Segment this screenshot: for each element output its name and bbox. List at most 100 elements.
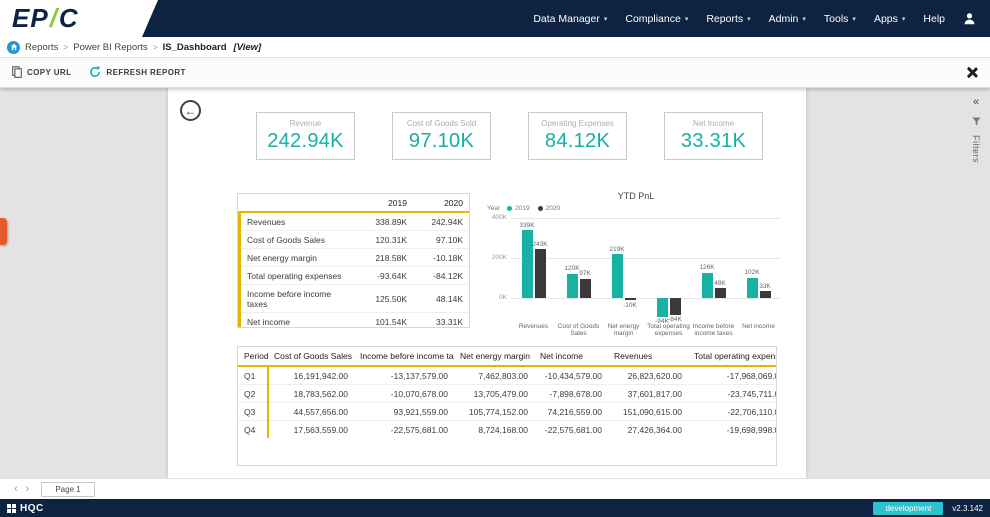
chevron-down-icon: ▾ — [747, 15, 751, 23]
detail-value-cell: 27,426,364.00 — [608, 420, 688, 438]
detail-column-header-income-before-income-taxes: Income before income taxes — [354, 347, 454, 367]
kpi-label: Net Income — [693, 119, 734, 128]
legend-title: Year — [487, 205, 501, 212]
kpi-value: 242.94K — [267, 130, 344, 152]
detail-value-cell: -7,898,678.00 — [534, 384, 608, 403]
detail-column-header-net-income: Net income — [534, 347, 608, 367]
detail-value-cell: 74,216,559.00 — [534, 402, 608, 421]
matrix-value-cell: -93.64K — [357, 266, 413, 285]
epic-logo-text: EP/C — [12, 3, 79, 34]
legend-item-2019[interactable]: 2019 — [507, 205, 530, 212]
kpi-value: 97.10K — [408, 130, 475, 152]
matrix-row-label: Total operating expenses — [238, 266, 357, 285]
nav-item-apps[interactable]: Apps ▾ — [874, 13, 905, 25]
breadcrumb-item-is-dashboard[interactable]: IS_Dashboard — [163, 42, 227, 53]
chart-title: YTD PnL — [617, 191, 655, 201]
kpi-card-operating-expenses: Operating Expenses 84.12K — [528, 112, 627, 160]
detail-value-cell: 151,090,615.00 — [608, 402, 688, 421]
detail-value-cell: -22,575,681.00 — [534, 420, 608, 438]
chart-bar-2019-total-operating-expenses[interactable] — [656, 298, 668, 317]
nav-item-tools[interactable]: Tools ▾ — [824, 13, 856, 25]
matrix-row-cost-of-goods-sales: Cost of Goods Sales 120.31K 97.10K — [238, 230, 469, 249]
chart-legend-items: 2019 2020 — [507, 205, 560, 212]
filter-funnel-icon[interactable] — [971, 117, 981, 126]
left-edge-tab[interactable] — [0, 218, 7, 245]
chart-bar-2019-cost-of-goods-sales[interactable] — [566, 273, 578, 298]
detail-table-visual: Period Cost of Goods Sales Income before i… — [237, 346, 777, 466]
chevron-down-icon: ▾ — [852, 15, 856, 23]
logo-part1: EP — [12, 3, 49, 33]
detail-column-header-net-energy-margin: Net energy margin — [454, 347, 534, 367]
epic-logo[interactable]: EP/C — [0, 0, 158, 37]
chart-legend: Year 2019 2020 — [487, 205, 560, 212]
home-icon[interactable] — [7, 40, 20, 54]
detail-value-cell: -22,575,681.00 — [354, 420, 454, 438]
matrix-value-cell: -10.18K — [413, 248, 469, 267]
chart-bar-value-label: 126K — [699, 264, 715, 272]
chart-bar-2020-income-before-income-taxes[interactable] — [714, 288, 726, 298]
matrix-row-label: Net income — [238, 312, 357, 327]
nav-right: Data Manager ▾ Compliance ▾ Reports ▾ Admin ▾ To… — [533, 12, 990, 25]
breadcrumb-view-suffix: [View] — [233, 41, 262, 53]
detail-column-header-cost-of-goods-sales: Cost of Goods Sales — [268, 347, 354, 367]
detail-value-cell: -23,745,711.00 — [688, 384, 776, 403]
breadcrumb-bar: Reports > Power BI Reports > IS_Dashboard [Vi… — [0, 37, 990, 58]
nav-item-admin[interactable]: Admin ▾ — [769, 13, 806, 25]
matrix-row-income-before-income-taxes: Income before income taxes 125.50K 48.14K — [238, 284, 469, 313]
chart-bar-2020-revenues[interactable] — [534, 249, 546, 298]
matrix-year-header-2020: 2020 — [413, 194, 469, 213]
brand-name: HQC — [20, 502, 44, 514]
nav-item-reports[interactable]: Reports ▾ — [706, 13, 750, 25]
chart-bar-value-label: 97K — [579, 270, 591, 278]
detail-row-q2: Q2 18,783,562.00 -10,070,678.00 13,705,479.… — [238, 384, 776, 403]
copy-url-button[interactable]: COPY URL — [12, 65, 71, 80]
detail-value-cell: 26,823,620.00 — [627, 370, 682, 381]
detail-value-cell: -19,698,998.00 — [688, 420, 776, 438]
chart-bar-2020-net-energy-margin[interactable] — [624, 298, 636, 300]
kpi-label: Operating Expenses — [541, 119, 614, 128]
breadcrumb-item-reports[interactable]: Reports — [25, 42, 58, 53]
copy-icon — [12, 65, 22, 80]
chart-bar-2020-total-operating-expenses[interactable] — [669, 298, 681, 315]
x-axis-category-label: Income before income taxes — [692, 323, 735, 338]
close-icon[interactable] — [965, 66, 978, 79]
refresh-report-button[interactable]: REFRESH REPORT — [89, 65, 185, 80]
hqc-logo[interactable]: HQC — [7, 503, 44, 514]
filters-label: Filters — [971, 135, 981, 163]
matrix-row-label: Revenues — [238, 212, 357, 231]
x-axis-category-label: Net income — [742, 323, 775, 330]
chevron-down-icon: ▾ — [684, 15, 689, 23]
detail-table: Period Cost of Goods Sales Income before i… — [238, 347, 776, 438]
nav-item-data-manager[interactable]: Data Manager ▾ — [533, 13, 607, 25]
chart-bar-2019-net-energy-margin[interactable] — [611, 254, 623, 298]
report-toolbar: COPY URL REFRESH REPORT — [0, 58, 990, 88]
user-icon[interactable] — [963, 12, 976, 25]
y-axis-tick-label: 0K — [499, 294, 507, 301]
expand-filters-chevron-icon[interactable]: « — [973, 96, 979, 108]
matrix-value-cell: 120.31K — [357, 230, 413, 249]
page-tab[interactable]: Page 1 — [41, 481, 95, 497]
nav-item-label: Compliance — [625, 12, 681, 25]
matrix-table-body: Revenues 338.89K 242.94K Cost of Goods Sale… — [238, 212, 469, 327]
matrix-corner-cell — [239, 194, 357, 213]
legend-item-2020[interactable]: 2020 — [537, 205, 560, 212]
matrix-row-label: Income before income taxes — [238, 284, 357, 313]
status-bar: HQC development v2.3.142 — [0, 499, 990, 517]
breadcrumb-item-power-bi-reports[interactable]: Power BI Reports — [73, 42, 147, 53]
next-page-icon[interactable]: › — [22, 483, 34, 495]
back-button[interactable]: ← — [180, 100, 201, 121]
prev-page-icon[interactable]: ‹ — [10, 483, 22, 495]
chart-bar-2020-net-income[interactable] — [759, 291, 771, 298]
matrix-row-label: Net energy margin — [238, 248, 357, 267]
nav-item-help[interactable]: Help — [923, 13, 945, 25]
legend-swatch-icon — [537, 206, 543, 211]
app-window: EP/C Data Manager ▾ Compliance ▾ Reports ▾ Adm… — [0, 0, 990, 517]
detail-row-q4: Q4 17,563,559.00 -22,575,681.00 8,724,168.0… — [238, 420, 776, 438]
logo-accent-slash: / — [49, 3, 58, 33]
detail-row-q1: Q1 16,191,942.00 -13,137,579.00 7,462,803.0… — [238, 366, 776, 385]
detail-value-cell: 7,462,803.00 — [478, 370, 528, 381]
nav-item-compliance[interactable]: Compliance ▾ — [625, 13, 688, 25]
breadcrumb-separator: > — [63, 42, 69, 52]
matrix-header-row: 2019 2020 — [239, 194, 469, 213]
chart-bar-2020-cost-of-goods-sales[interactable] — [579, 278, 591, 298]
